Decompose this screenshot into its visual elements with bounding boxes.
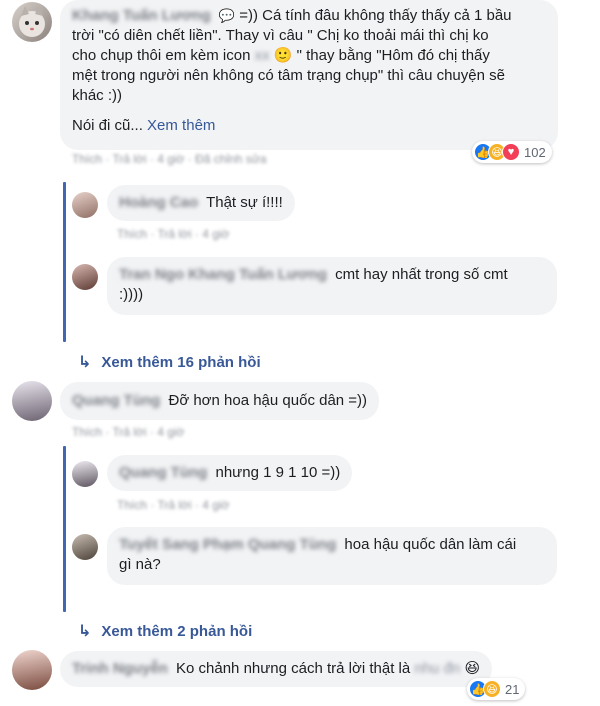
reply-meta[interactable]: Thích · Trả lời · 4 giờ xyxy=(117,498,229,512)
view-more-replies-label: Xem thêm 16 phản hồi xyxy=(101,353,261,371)
comment-text-line: mệt trong người nên không có tâm trạng c… xyxy=(72,67,505,84)
comment-bubble: Khang Tuấn Lương 💬 =)) Cá tính đâu không… xyxy=(60,0,558,150)
comment-text-line: " thay bằng "Hôm đó chị thấy xyxy=(296,47,490,64)
comment-text-line: =)) Cá tính đâu không thấy thấy cả 1 bầu xyxy=(239,7,512,24)
reply-arrow-icon: ↳ xyxy=(78,354,92,371)
reaction-count: 102 xyxy=(524,144,546,160)
see-more-link[interactable]: Xem thêm xyxy=(147,117,215,134)
view-more-replies-label: Xem thêm 2 phản hồi xyxy=(101,622,253,640)
see-more-prefix: Nói đi cũ... xyxy=(72,117,143,134)
reply-thread-line xyxy=(63,446,66,612)
reply-thread-line xyxy=(63,182,66,342)
message-icon: 💬 xyxy=(218,8,236,23)
reply-meta[interactable]: Thích · Trả lời · 4 giờ xyxy=(117,227,229,241)
comment-text-line: cho chụp thôi em kèm icon xyxy=(72,47,251,64)
reaction-count: 21 xyxy=(505,681,520,697)
author-name[interactable]: Quang Tùng xyxy=(119,463,207,483)
comment-meta[interactable]: Thích · Trả lời · 4 giờ · Đã chỉnh sửa xyxy=(72,152,267,166)
view-more-replies-link[interactable]: ↳ Xem thêm 2 phản hồi xyxy=(78,621,252,641)
author-name[interactable]: Hoàng Cao xyxy=(119,193,198,213)
reply-text-line: cmt hay nhất trong số cmt xyxy=(335,266,508,283)
avatar[interactable] xyxy=(72,461,98,487)
avatar[interactable] xyxy=(72,192,98,218)
avatar[interactable] xyxy=(72,264,98,290)
comment-text-line: trời "có diên chết liền". Thay vì câu " … xyxy=(72,27,489,44)
view-more-replies-link[interactable]: ↳ Xem thêm 16 phản hồi xyxy=(78,352,261,372)
smile-emoji: 🙂 xyxy=(273,47,293,64)
blurred-text: nhu đn xyxy=(414,660,461,677)
reply-text: Thật sự í!!!! xyxy=(206,194,283,211)
author-name[interactable]: Khang Tuấn Lương xyxy=(72,6,211,26)
reply-text: nhưng 1 9 1 10 =)) xyxy=(215,464,341,481)
comment-meta[interactable]: Thích · Trả lời · 4 giờ xyxy=(72,425,184,439)
reply-bubble: Tuyết Sang Phạm Quang Tùng hoa hậu quốc … xyxy=(107,527,557,585)
author-name[interactable]: Quang Tùng xyxy=(72,391,160,411)
reaction-summary[interactable]: 👍 😆 ♥ 102 xyxy=(472,141,552,163)
reply-arrow-icon: ↳ xyxy=(78,623,92,640)
comment-text: Đỡ hơn hoa hậu quốc dân =)) xyxy=(168,392,368,409)
reply-text-line: :)))) xyxy=(119,286,144,303)
avatar[interactable] xyxy=(12,381,52,421)
haha-icon: 😆 xyxy=(483,680,501,698)
reply-bubble: Hoàng Cao Thật sự í!!!! xyxy=(107,185,295,221)
avatar[interactable] xyxy=(12,650,52,690)
author-name[interactable]: Tran Ngo Khang Tuấn Lương xyxy=(119,265,327,285)
cat-avatar-icon xyxy=(19,6,45,37)
author-name[interactable]: Trinh Nguyễn xyxy=(72,659,168,679)
comment-text-line: khác :)) xyxy=(72,87,123,104)
laughing-emoji: 😆 xyxy=(464,660,481,677)
reply-bubble: Tran Ngo Khang Tuấn Lương cmt hay nhất t… xyxy=(107,257,557,315)
reply-bubble: Quang Tùng nhưng 1 9 1 10 =)) xyxy=(107,455,353,491)
avatar[interactable] xyxy=(72,534,98,560)
comment-bubble: Quang Tùng Đỡ hơn hoa hậu quốc dân =)) xyxy=(60,382,380,420)
love-icon: ♥ xyxy=(502,143,520,161)
reply-text-line: gì nà? xyxy=(119,556,161,573)
avatar[interactable] xyxy=(12,2,52,42)
author-name[interactable]: Tuyết Sang Phạm Quang Tùng xyxy=(119,535,336,555)
comment-text: Ko chảnh nhưng cách trả lời thật là xyxy=(176,660,411,677)
reaction-summary[interactable]: 👍 😆 21 xyxy=(467,678,526,700)
reply-text-line: hoa hậu quốc dân làm cái xyxy=(344,536,517,553)
comment-bubble: Trinh Nguyễn Ko chảnh nhưng cách trả lời… xyxy=(60,651,493,687)
blurred-text: xx xyxy=(254,47,270,64)
